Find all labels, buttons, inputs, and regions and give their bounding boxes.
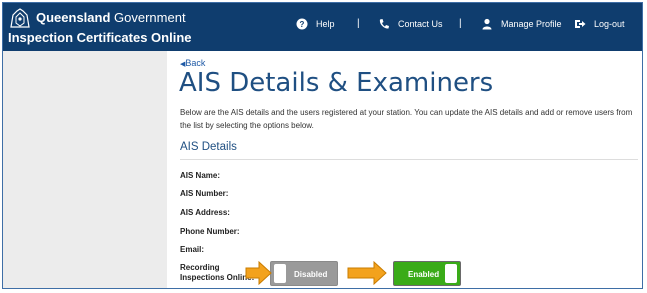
- back-label: Back: [185, 58, 206, 68]
- field-label-phone-number: Phone Number:: [180, 227, 240, 236]
- section-title-ais-details: AIS Details: [180, 141, 237, 153]
- toggle-knob: [274, 264, 286, 283]
- recording-toggle-disabled[interactable]: Disabled: [270, 261, 338, 286]
- page-title: AIS Details & Examiners: [179, 68, 494, 98]
- field-label-email: Email:: [180, 245, 205, 254]
- nav-help-label: Help: [316, 19, 335, 29]
- help-icon: ?: [296, 18, 308, 30]
- svg-text:?: ?: [300, 20, 305, 29]
- nav-contact-us[interactable]: Contact Us: [378, 18, 443, 30]
- nav-manage-profile[interactable]: Manage Profile: [481, 18, 562, 30]
- arrow-right-icon: [245, 261, 272, 285]
- nav-contact-label: Contact Us: [398, 19, 443, 29]
- app-window: Queensland Government Inspection Certifi…: [2, 2, 643, 289]
- toggle-disabled-label: Disabled: [294, 270, 328, 279]
- recording-toggle-enabled[interactable]: Enabled: [393, 261, 461, 286]
- field-label-ais-address: AIS Address:: [180, 208, 230, 217]
- header-bar: Queensland Government Inspection Certifi…: [3, 3, 642, 51]
- logout-icon: [575, 20, 586, 28]
- intro-text: Below are the AIS details and the users …: [180, 108, 633, 130]
- toggle-knob: [445, 264, 457, 283]
- field-label-ais-number: AIS Number:: [180, 189, 229, 198]
- toggle-enabled-label: Enabled: [408, 270, 440, 279]
- field-label-ais-name: AIS Name:: [180, 171, 221, 180]
- nav-logout-label: Log-out: [594, 19, 625, 29]
- back-link[interactable]: ◀Back: [180, 58, 205, 68]
- user-icon: [482, 18, 492, 30]
- section-divider: [180, 159, 638, 160]
- left-sidebar: [3, 51, 167, 288]
- phone-icon: [379, 19, 389, 29]
- arrow-right-icon: [347, 261, 387, 285]
- main-content: ◀Back AIS Details & Examiners Below are …: [167, 51, 642, 288]
- nav-help[interactable]: ? Help: [296, 18, 335, 30]
- nav-profile-label: Manage Profile: [501, 19, 562, 29]
- nav-separator: |: [459, 18, 462, 29]
- nav-logout[interactable]: Log-out: [574, 18, 625, 30]
- nav-separator: |: [357, 18, 360, 29]
- top-nav: ? Help | Contact Us | Manage Profile Log…: [3, 18, 642, 36]
